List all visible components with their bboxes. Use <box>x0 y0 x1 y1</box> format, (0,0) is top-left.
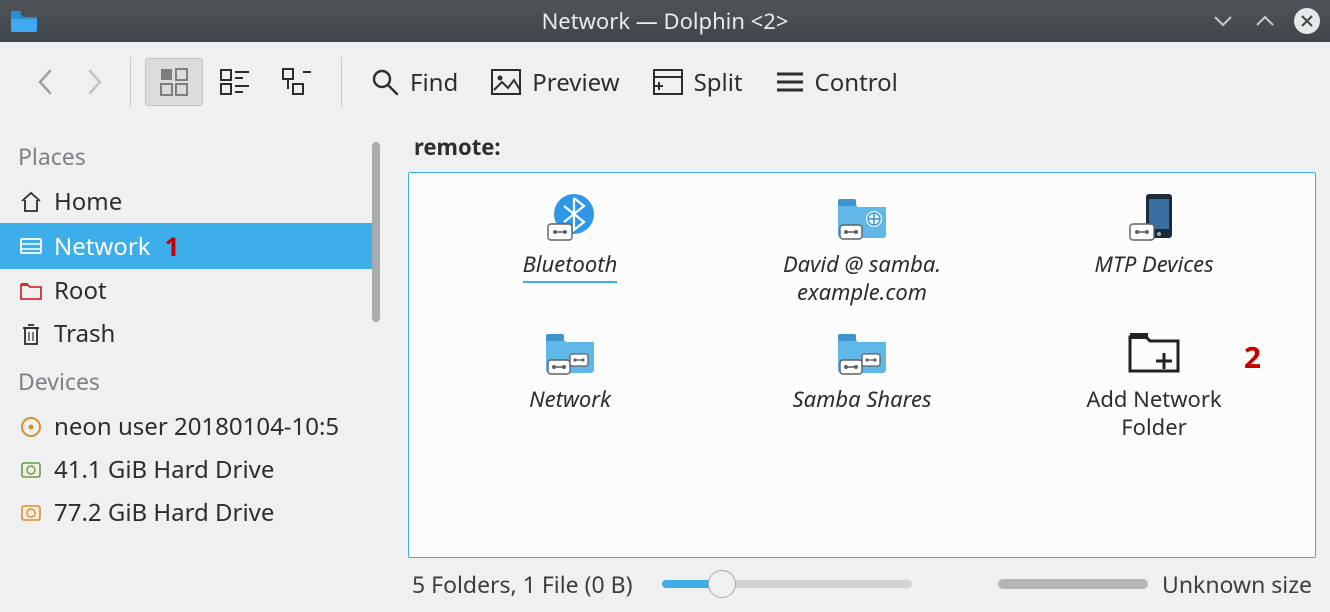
item-label-line1: David @ samba. <box>783 249 941 279</box>
network-folder-icon <box>830 326 894 380</box>
item-label: Samba Shares <box>793 386 932 414</box>
place-home[interactable]: Home <box>0 180 380 223</box>
item-label-line1: Add Network <box>1086 384 1221 414</box>
item-label: Bluetooth <box>523 251 618 283</box>
search-icon <box>370 67 400 97</box>
minimize-button[interactable] <box>1210 8 1236 34</box>
toolbar: Find Preview Split Control <box>0 42 1330 122</box>
item-samba-server[interactable]: David @ samba. example.com <box>721 191 1003 306</box>
zoom-slider[interactable] <box>662 580 912 588</box>
place-label: Trash <box>54 317 115 350</box>
network-folder-icon <box>538 326 602 380</box>
place-label: Root <box>54 274 107 307</box>
location-breadcrumb[interactable]: remote: <box>408 132 1316 172</box>
device-label: neon user 20180104-10:5 <box>54 410 339 443</box>
places-heading: Places <box>0 130 380 180</box>
back-button[interactable] <box>24 60 68 104</box>
item-label: Network <box>529 386 611 414</box>
device-label: 41.1 GiB Hard Drive <box>54 453 274 486</box>
preview-label: Preview <box>532 66 619 99</box>
device-item[interactable]: 77.2 GiB Hard Drive <box>0 491 380 534</box>
split-icon <box>652 68 684 96</box>
item-samba-shares[interactable]: Samba Shares <box>721 326 1003 441</box>
toolbar-separator <box>341 57 342 107</box>
item-label-line2: Folder <box>1121 412 1186 442</box>
app-folder-icon <box>10 10 38 32</box>
window-title: Network — Dolphin <2> <box>542 6 789 36</box>
place-label: Network <box>54 230 151 263</box>
item-mtp-devices[interactable]: MTP Devices <box>1013 191 1295 306</box>
annotation-1: 1 <box>165 228 180 264</box>
icon-view[interactable]: Bluetooth David @ samba. <box>408 172 1316 558</box>
network-icon <box>18 233 44 259</box>
item-label-line2: example.com <box>797 277 927 307</box>
device-item[interactable]: neon user 20180104-10:5 <box>0 405 380 448</box>
control-button[interactable]: Control <box>761 60 912 105</box>
device-label: 77.2 GiB Hard Drive <box>54 496 274 529</box>
find-button[interactable]: Find <box>356 60 472 105</box>
place-trash[interactable]: Trash <box>0 312 380 355</box>
control-label: Control <box>815 66 898 99</box>
forward-button[interactable] <box>72 60 116 104</box>
item-bluetooth[interactable]: Bluetooth <box>429 191 711 306</box>
root-folder-icon <box>18 278 44 304</box>
drive-icon <box>18 457 44 483</box>
item-network[interactable]: Network <box>429 326 711 441</box>
disc-icon <box>18 414 44 440</box>
preview-button[interactable]: Preview <box>476 60 633 105</box>
drive-icon <box>18 500 44 526</box>
add-folder-icon <box>1122 326 1186 380</box>
status-bar: 5 Folders, 1 File (0 B) Unknown size <box>408 558 1316 612</box>
sidebar-scrollbar[interactable] <box>372 142 380 322</box>
place-label: Home <box>54 185 122 218</box>
status-summary: 5 Folders, 1 File (0 B) <box>412 568 632 600</box>
titlebar: Network — Dolphin <2> <box>0 0 1330 42</box>
places-panel: Places Home Network 1 Root <box>0 122 380 612</box>
preview-icon <box>490 68 522 96</box>
details-view-button[interactable] <box>269 58 327 106</box>
split-label: Split <box>694 66 743 99</box>
free-space-bar <box>998 579 1148 589</box>
trash-icon <box>18 321 44 347</box>
bluetooth-icon <box>538 191 602 245</box>
compact-view-button[interactable] <box>207 58 265 106</box>
free-space-label: Unknown size <box>1162 568 1312 600</box>
devices-heading: Devices <box>0 355 380 405</box>
item-label: MTP Devices <box>1094 251 1213 279</box>
item-add-network-folder[interactable]: 2 Add Network Folder <box>1013 326 1295 441</box>
annotation-2: 2 <box>1244 336 1261 377</box>
split-button[interactable]: Split <box>638 60 757 105</box>
toolbar-separator <box>130 57 131 107</box>
content-area: remote: Bluetooth <box>380 122 1330 612</box>
device-item[interactable]: 41.1 GiB Hard Drive <box>0 448 380 491</box>
home-icon <box>18 189 44 215</box>
place-network[interactable]: Network 1 <box>0 223 380 269</box>
network-folder-icon <box>830 191 894 245</box>
place-root[interactable]: Root <box>0 269 380 312</box>
find-label: Find <box>410 66 458 99</box>
maximize-button[interactable] <box>1252 8 1278 34</box>
icons-view-button[interactable] <box>145 58 203 106</box>
close-button[interactable] <box>1294 8 1320 34</box>
phone-icon <box>1122 191 1186 245</box>
hamburger-icon <box>775 70 805 94</box>
